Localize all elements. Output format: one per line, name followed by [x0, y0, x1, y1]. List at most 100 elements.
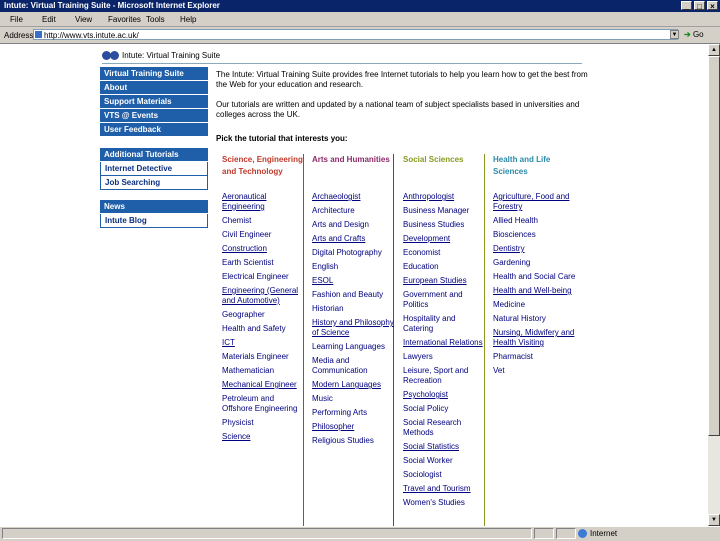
tutorial-link[interactable]: Arts and Crafts	[312, 234, 396, 244]
tutorial-link[interactable]: Sociologist	[403, 470, 487, 480]
tutorial-link[interactable]: Petroleum and Offshore Engineering	[222, 394, 306, 414]
menu-file[interactable]: File	[10, 15, 23, 24]
tutorial-link[interactable]: Science	[222, 432, 306, 442]
tutorial-link[interactable]: Earth Scientist	[222, 258, 306, 268]
tutorial-link[interactable]: Religious Studies	[312, 436, 396, 446]
tutorial-link[interactable]: Modern Languages	[312, 380, 396, 390]
tutorial-link[interactable]: Historian	[312, 304, 396, 314]
address-url: http://www.vts.intute.ac.uk/	[44, 31, 139, 40]
column-header: Health and Life Sciences	[493, 155, 551, 176]
tutorial-link[interactable]: Vet	[493, 366, 577, 376]
nav-job-searching[interactable]: Job Searching	[100, 176, 208, 190]
intro-paragraph-2: Our tutorials are written and updated by…	[216, 100, 580, 119]
tutorial-link[interactable]: Travel and Tourism	[403, 484, 487, 494]
nav-support-materials[interactable]: Support Materials	[100, 95, 208, 108]
tutorial-link[interactable]: Mechanical Engineer	[222, 380, 306, 390]
logo-text: Intute: Virtual Training Suite	[122, 50, 221, 60]
minimize-button[interactable]: _	[681, 1, 692, 11]
tutorial-link[interactable]: Arts and Design	[312, 220, 396, 230]
vertical-scrollbar[interactable]: ▲ ▼	[708, 44, 720, 526]
tutorial-link[interactable]: Music	[312, 394, 396, 404]
tutorial-link[interactable]: Mathematician	[222, 366, 306, 376]
nav-user-feedback[interactable]: User Feedback	[100, 123, 208, 136]
tutorial-link[interactable]: Agriculture, Food and Forestry	[493, 192, 577, 212]
nav-intute-blog[interactable]: Intute Blog	[100, 214, 208, 228]
tutorial-link[interactable]: Medicine	[493, 300, 577, 310]
tutorial-link[interactable]: Leisure, Sport and Recreation	[403, 366, 487, 386]
tutorial-link[interactable]: Geographer	[222, 310, 306, 320]
menu-view[interactable]: View	[75, 15, 92, 24]
tutorial-link[interactable]: Social Research Methods	[403, 418, 487, 438]
tutorial-link[interactable]: Pharmacist	[493, 352, 577, 362]
tutorial-link[interactable]: Archaeologist	[312, 192, 396, 202]
tutorial-link[interactable]: Aeronautical Engineering	[222, 192, 306, 212]
menu-tools[interactable]: Tools	[146, 15, 165, 24]
tutorial-link[interactable]: ICT	[222, 338, 306, 348]
tutorial-link[interactable]: Physicist	[222, 418, 306, 428]
tutorial-link[interactable]: ESOL	[312, 276, 396, 286]
maximize-button[interactable]: □	[694, 1, 705, 11]
tutorial-link[interactable]: Health and Safety	[222, 324, 306, 334]
tutorial-link[interactable]: Government and Politics	[403, 290, 487, 310]
tutorial-link[interactable]: Women's Studies	[403, 498, 487, 508]
tutorial-link[interactable]: History and Philosophy of Science	[312, 318, 396, 338]
tutorial-link[interactable]: Anthropologist	[403, 192, 487, 202]
tutorial-link[interactable]: European Studies	[403, 276, 487, 286]
nav-vts-events[interactable]: VTS @ Events	[100, 109, 208, 122]
tutorial-link[interactable]: Gardening	[493, 258, 577, 268]
tutorial-link[interactable]: Digital Photography	[312, 248, 396, 258]
tutorial-link[interactable]: Engineering (General and Automotive)	[222, 286, 306, 306]
tutorial-link[interactable]: Architecture	[312, 206, 396, 216]
go-button[interactable]: ➔ Go	[684, 29, 716, 41]
tutorial-link[interactable]: Philosopher	[312, 422, 396, 432]
tutorial-link[interactable]: Health and Social Care	[493, 272, 577, 282]
tutorial-link[interactable]: Social Policy	[403, 404, 487, 414]
close-button[interactable]: ×	[707, 1, 718, 11]
menu-help[interactable]: Help	[180, 15, 196, 24]
tutorial-link[interactable]: Business Studies	[403, 220, 487, 230]
scroll-thumb[interactable]	[708, 56, 720, 436]
tutorial-link[interactable]: Performing Arts	[312, 408, 396, 418]
tutorial-link[interactable]: Civil Engineer	[222, 230, 306, 240]
tutorial-link[interactable]: Economist	[403, 248, 487, 258]
header-divider	[102, 63, 582, 64]
tutorial-link[interactable]: Chemist	[222, 216, 306, 226]
nav-about[interactable]: About	[100, 81, 208, 94]
column-header: Science, Engineering and Technology	[222, 155, 303, 176]
tutorial-link[interactable]: Biosciences	[493, 230, 577, 240]
tutorial-link[interactable]: Psychologist	[403, 390, 487, 400]
tutorial-link[interactable]: Education	[403, 262, 487, 272]
address-input[interactable]: http://www.vts.intute.ac.uk/	[33, 29, 678, 40]
tutorial-link[interactable]: International Relations	[403, 338, 487, 348]
nav-internet-detective[interactable]: Internet Detective	[100, 162, 208, 176]
tutorial-link[interactable]: Health and Well-being	[493, 286, 577, 296]
tutorial-link[interactable]: Allied Health	[493, 216, 577, 226]
menu-edit[interactable]: Edit	[42, 15, 56, 24]
tutorial-link[interactable]: Business Manager	[403, 206, 487, 216]
menu-favorites[interactable]: Favorites	[108, 15, 141, 24]
tutorial-link[interactable]: Social Worker	[403, 456, 487, 466]
title-bar: Intute: Virtual Training Suite - Microso…	[0, 0, 720, 12]
tutorial-link[interactable]: Media and Communication	[312, 356, 396, 376]
go-arrow-icon: ➔	[684, 30, 691, 39]
tutorial-link[interactable]: Learning Languages	[312, 342, 396, 352]
tutorial-link[interactable]: Development	[403, 234, 487, 244]
tutorial-link[interactable]: Dentistry	[493, 244, 577, 254]
tutorial-link[interactable]: Materials Engineer	[222, 352, 306, 362]
scroll-up-icon[interactable]: ▲	[708, 44, 720, 56]
scroll-down-icon[interactable]: ▼	[708, 514, 720, 526]
nav-virtual-training-suite[interactable]: Virtual Training Suite	[100, 67, 208, 80]
intute-logo[interactable]: Intute: Virtual Training Suite	[102, 49, 220, 61]
tutorial-link[interactable]: Fashion and Beauty	[312, 290, 396, 300]
tutorial-link[interactable]: Nursing, Midwifery and Health Visiting	[493, 328, 577, 348]
tutorial-link[interactable]: English	[312, 262, 396, 272]
internet-zone-icon	[578, 529, 587, 538]
tutorial-link[interactable]: Construction	[222, 244, 306, 254]
tutorial-link[interactable]: Hospitality and Catering	[403, 314, 487, 334]
tutorial-link[interactable]: Electrical Engineer	[222, 272, 306, 282]
address-dropdown-icon[interactable]: ▼	[670, 30, 679, 39]
pick-tutorial-heading: Pick the tutorial that interests you:	[216, 134, 348, 143]
tutorial-link[interactable]: Social Statistics	[403, 442, 487, 452]
tutorial-link[interactable]: Lawyers	[403, 352, 487, 362]
tutorial-link[interactable]: Natural History	[493, 314, 577, 324]
